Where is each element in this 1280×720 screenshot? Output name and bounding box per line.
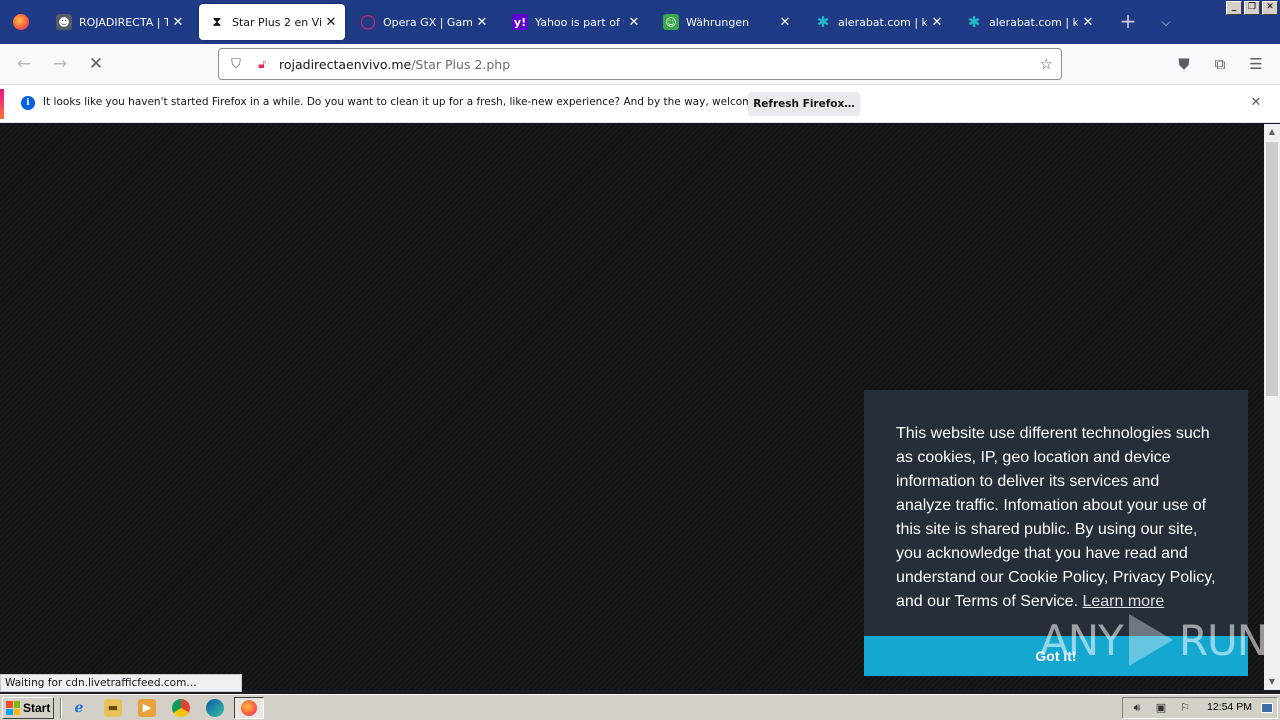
minimize-button[interactable]: _ — [1226, 1, 1242, 15]
back-button[interactable]: ← — [10, 52, 38, 76]
start-label: Start — [23, 701, 51, 715]
media-player-icon[interactable]: ▶ — [138, 699, 156, 717]
file-explorer-icon[interactable]: ▬ — [104, 699, 122, 717]
scroll-up-icon[interactable]: ▲ — [1264, 124, 1280, 140]
pocket-icon[interactable]: ⛊ — [1172, 52, 1196, 76]
restore-button[interactable]: ❐ — [1244, 1, 1260, 15]
scroll-down-icon[interactable]: ▼ — [1264, 674, 1280, 690]
firefox-icon — [13, 14, 29, 30]
close-notification-icon[interactable]: ✕ — [1248, 95, 1264, 111]
close-tab-icon[interactable]: ✕ — [168, 15, 188, 30]
close-tab-icon[interactable]: ✕ — [321, 15, 341, 30]
edge-icon[interactable] — [206, 699, 224, 717]
anyrun-watermark: ANY RUN — [1040, 608, 1268, 672]
tab-title: alerabat.com | kupony — [838, 15, 927, 29]
tab-star-plus[interactable]: ⧗ Star Plus 2 en Vivo ✕ — [199, 4, 345, 40]
windows-flag-icon — [6, 701, 20, 715]
bookmark-star-icon[interactable]: ☆ — [1040, 55, 1053, 73]
yahoo-icon: y! — [512, 14, 528, 30]
alerabat-icon: ✱ — [967, 13, 981, 31]
volume-icon[interactable]: 🔊︎ — [1129, 701, 1145, 715]
forward-button[interactable]: → — [46, 52, 74, 76]
watermark-text-left: ANY — [1040, 615, 1124, 665]
notification-message: It looks like you haven't started Firefo… — [43, 96, 792, 108]
tab-title: Währungen — [686, 15, 750, 29]
close-tab-icon[interactable]: ✕ — [1078, 15, 1098, 30]
refresh-firefox-notification: i It looks like you haven't started Fire… — [0, 85, 1280, 123]
close-tab-icon[interactable]: ✕ — [472, 15, 492, 30]
info-icon: i — [21, 96, 35, 110]
refresh-firefox-button[interactable]: Refresh Firefox… — [748, 92, 860, 116]
app-menu-icon[interactable]: ☰ — [1244, 52, 1268, 76]
taskbar-separator — [60, 698, 62, 718]
url-text[interactable]: rojadirectaenvivo.me/Star Plus 2.php — [279, 57, 510, 72]
show-desktop-icon[interactable] — [1261, 703, 1273, 713]
window-controls: _ ❐ ✕ — [1226, 1, 1278, 15]
alerabat-icon: ✱ — [816, 13, 830, 31]
cookie-message-block: This website use different technologies … — [896, 422, 1216, 614]
close-tab-icon[interactable]: ✕ — [775, 15, 795, 30]
tab-alerabat-2[interactable]: ✱ alerabat.com | kupony ✕ — [956, 4, 1102, 40]
tab-title: ROJADIRECTA | Tarjeta — [79, 15, 168, 29]
address-bar[interactable]: ⛉ 🔓︎ rojadirectaenvivo.me/Star Plus 2.ph… — [218, 48, 1062, 80]
firefox-taskbar-icon — [241, 700, 257, 716]
tab-strip: ☻ ROJADIRECTA | Tarjeta ✕ ⧗ Star Plus 2 … — [0, 0, 1280, 44]
vertical-scrollbar[interactable]: ▲ ▼ — [1264, 124, 1280, 690]
tracking-protection-shield-icon[interactable]: ⛉ — [227, 57, 245, 72]
chrome-icon[interactable] — [172, 699, 190, 717]
start-button[interactable]: Start — [2, 697, 54, 719]
scrollbar-thumb[interactable] — [1266, 142, 1278, 396]
stop-loading-button[interactable]: ✕ — [82, 52, 110, 76]
play-logo-icon — [1128, 614, 1173, 666]
new-tab-button[interactable]: + — [1116, 10, 1140, 34]
list-all-tabs-button[interactable]: ⌵ — [1156, 12, 1176, 32]
rojadirecta-icon: ☻ — [56, 14, 72, 30]
tab-title: Star Plus 2 en Vivo — [232, 15, 321, 29]
firefox-view-button[interactable] — [0, 0, 42, 44]
cookie-message: This website use different technologies … — [896, 425, 1216, 610]
opera-icon: ◯ — [360, 14, 376, 30]
insecure-lock-icon[interactable]: 🔓︎ — [253, 57, 271, 72]
close-tab-icon[interactable]: ✕ — [624, 15, 644, 30]
close-window-button[interactable]: ✕ — [1262, 1, 1278, 15]
tab-opera-gx[interactable]: ◯ Opera GX | Gaming Browser ✕ — [350, 4, 496, 40]
url-path: /Star Plus 2.php — [411, 56, 511, 72]
currency-site-icon: ☺ — [663, 14, 679, 30]
tab-title: Opera GX | Gaming Browser — [383, 15, 472, 29]
action-center-flag-icon[interactable]: ⚐ — [1177, 701, 1193, 715]
hourglass-icon: ⧗ — [212, 14, 222, 30]
tab-yahoo[interactable]: y! Yahoo is part of the Yahoo ✕ — [502, 4, 648, 40]
close-tab-icon[interactable]: ✕ — [927, 15, 947, 30]
navigation-toolbar: ← → ✕ ⛉ 🔓︎ rojadirectaenvivo.me/Star Plu… — [0, 44, 1280, 85]
internet-explorer-icon[interactable]: ℯ — [70, 699, 88, 717]
tab-rojadirecta[interactable]: ☻ ROJADIRECTA | Tarjeta ✕ — [46, 4, 192, 40]
tab-waehrungen[interactable]: ☺ Währungen ✕ — [653, 4, 799, 40]
taskbar: Start ℯ ▬ ▶ 🔊︎ ▣ ⚐ 12:54 PM — [0, 694, 1280, 720]
tab-title: alerabat.com | kupony — [989, 15, 1078, 29]
network-icon[interactable]: ▣ — [1153, 701, 1169, 715]
taskbar-firefox-window[interactable] — [234, 697, 264, 719]
notification-accent — [0, 89, 4, 119]
url-domain: rojadirectaenvivo.me — [279, 56, 412, 72]
clock[interactable]: 12:54 PM — [1207, 701, 1252, 713]
tab-title: Yahoo is part of the Yahoo — [535, 15, 624, 29]
watermark-text-right: RUN — [1178, 615, 1268, 665]
system-tray: 🔊︎ ▣ ⚐ 12:54 PM — [1122, 697, 1278, 719]
status-panel: Waiting for cdn.livetrafficfeed.com… — [0, 674, 242, 692]
tab-alerabat-1[interactable]: ✱ alerabat.com | kupony ✕ — [805, 4, 951, 40]
extensions-icon[interactable]: ⧉ — [1208, 52, 1232, 76]
